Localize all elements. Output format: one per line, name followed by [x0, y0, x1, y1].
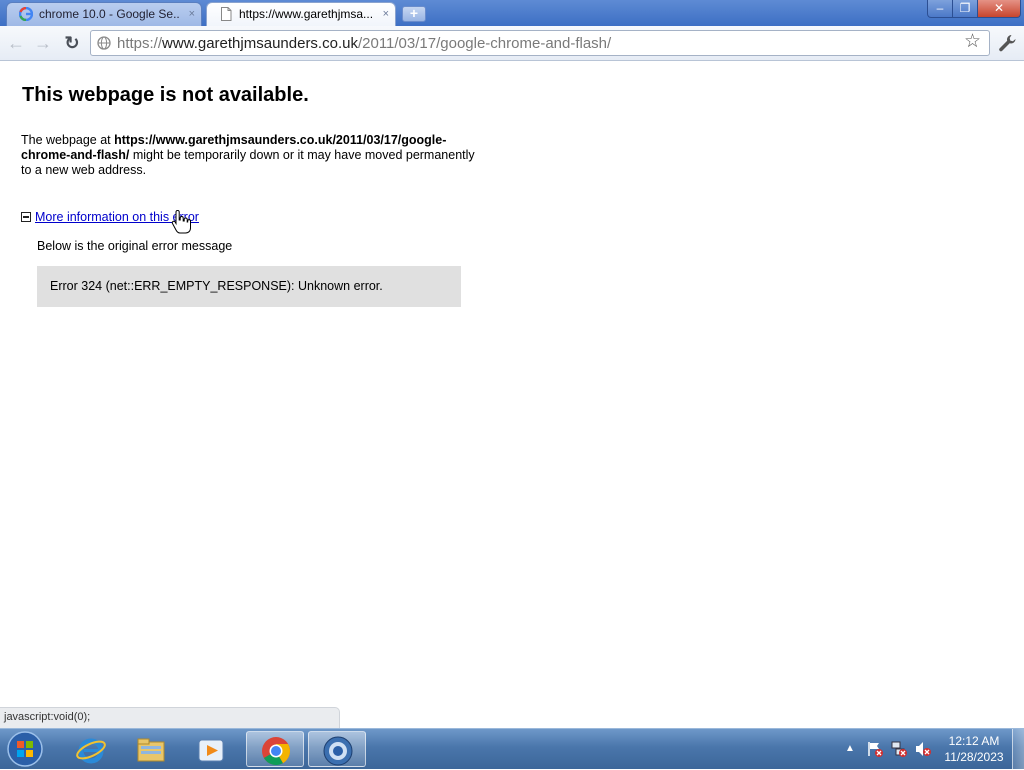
page-icon — [221, 7, 232, 21]
media-player-icon — [198, 739, 224, 762]
url-path: /2011/03/17/google-chrome-and-flash/ — [357, 35, 612, 52]
url-host: www.garethjmsaunders.co.uk — [162, 35, 358, 52]
tab-google-search[interactable]: chrome 10.0 - Google Se... × — [6, 2, 202, 26]
desc-prefix: The webpage at — [21, 133, 115, 147]
tab-current-page[interactable]: https://www.garethjmsa... × — [206, 2, 396, 26]
chrome-icon — [262, 737, 290, 765]
tab-label: https://www.garethjmsa... — [239, 7, 374, 21]
url-text: https://www.garethjmsaunders.co.uk/2011/… — [117, 35, 611, 52]
network-icon[interactable] — [890, 740, 908, 758]
status-bubble: javascript:void(0); — [0, 707, 340, 728]
collapse-toggle-icon[interactable] — [21, 212, 31, 222]
volume-muted-icon[interactable] — [914, 740, 932, 758]
taskbar-media-player[interactable] — [182, 731, 240, 767]
wrench-icon[interactable] — [996, 32, 1018, 54]
show-desktop-button[interactable] — [1012, 729, 1024, 769]
back-button[interactable]: ← — [5, 32, 27, 54]
clock-date: 11/28/2023 — [944, 750, 1004, 764]
hand-cursor-icon — [171, 210, 191, 234]
page-title: This webpage is not available. — [22, 84, 309, 106]
taskbar-windows-explorer[interactable] — [122, 731, 180, 767]
error-description: The webpage at https://www.garethjmsaund… — [21, 133, 481, 178]
title-bar: chrome 10.0 - Google Se... × https://www… — [0, 0, 1024, 26]
bookmark-star-icon[interactable]: ☆ — [964, 30, 981, 53]
minimize-button[interactable]: ‒ — [927, 0, 953, 18]
url-scheme: https:// — [117, 35, 163, 52]
globe-icon — [97, 36, 111, 50]
maximize-button[interactable]: ❐ — [952, 0, 978, 18]
address-bar[interactable]: https://www.garethjmsaunders.co.uk/2011/… — [90, 30, 990, 56]
reload-button[interactable]: ↻ — [61, 32, 83, 54]
below-text: Below is the original error message — [37, 239, 233, 253]
forward-button[interactable]: → — [32, 32, 54, 54]
windows-explorer-icon — [137, 738, 165, 762]
taskbar-internet-explorer[interactable] — [62, 731, 120, 767]
close-button[interactable]: ✕ — [977, 0, 1021, 18]
chrome-beta-icon — [323, 736, 353, 766]
clock[interactable]: 12:12 AM 11/28/2023 — [938, 733, 1010, 765]
tab-label: chrome 10.0 - Google Se... — [39, 7, 179, 21]
action-center-flag-icon[interactable] — [866, 740, 884, 758]
new-tab-button[interactable]: + — [402, 6, 426, 22]
google-g-icon — [19, 7, 33, 21]
tab-close-icon[interactable]: × — [383, 3, 389, 25]
error-message: Error 324 (net::ERR_EMPTY_RESPONSE): Unk… — [50, 279, 383, 293]
clock-time: 12:12 AM — [948, 734, 1000, 748]
error-message-box: Error 324 (net::ERR_EMPTY_RESPONSE): Unk… — [37, 266, 461, 307]
browser-toolbar: ← → ↻ https://www.garethjmsaunders.co.uk… — [0, 26, 1024, 61]
taskbar-chrome[interactable] — [246, 731, 304, 767]
tab-close-icon[interactable]: × — [189, 3, 195, 25]
start-orb-icon[interactable] — [5, 730, 45, 770]
tray-chevron-icon[interactable]: ▲ — [845, 743, 855, 754]
taskbar: ▲ 12:12 AM 11/28/2023 — [0, 728, 1024, 769]
internet-explorer-icon — [76, 738, 106, 764]
taskbar-chrome-beta[interactable] — [308, 731, 366, 767]
